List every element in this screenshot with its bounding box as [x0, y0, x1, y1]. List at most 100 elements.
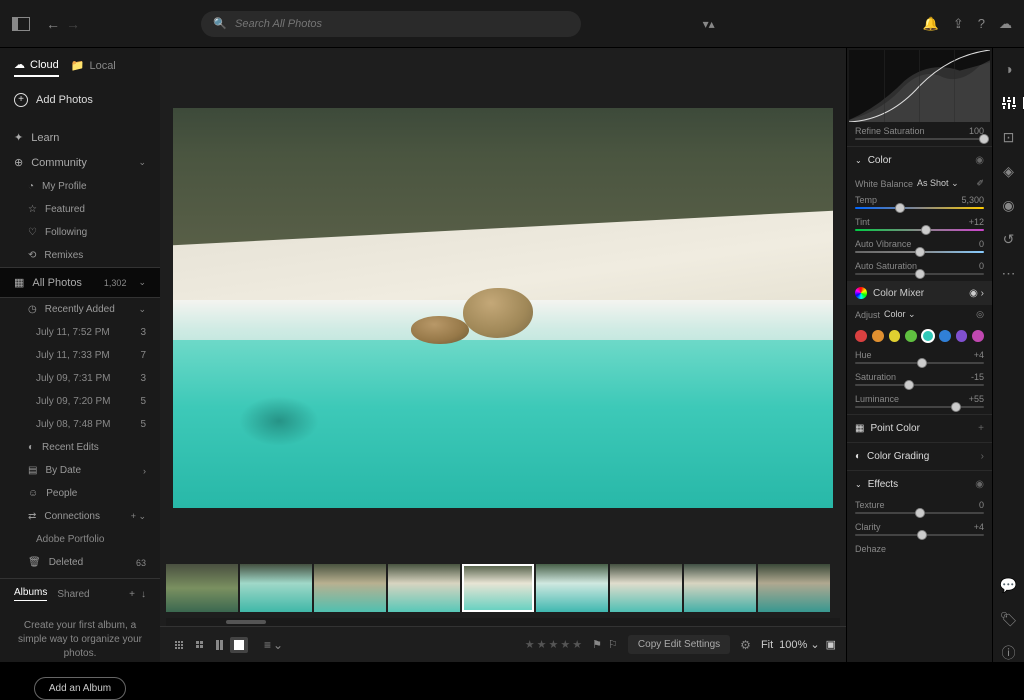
edit-tool[interactable]: [1000, 94, 1018, 112]
sidebar-item-adobe-portfolio[interactable]: Adobe Portfolio: [0, 528, 160, 551]
wb-dropdown[interactable]: As Shot ⌄: [917, 178, 959, 189]
star-icon[interactable]: ★: [525, 638, 535, 651]
masking-tool[interactable]: ◉: [1000, 196, 1018, 214]
sidebar-item-recently-added[interactable]: ◷ Recently Added ⌄: [0, 298, 160, 321]
flag-reject-icon[interactable]: ⚐: [608, 638, 618, 651]
color-dot[interactable]: [972, 330, 984, 342]
histogram[interactable]: [849, 50, 990, 122]
bell-icon[interactable]: 🔔: [923, 16, 939, 32]
slider-handle[interactable]: [951, 402, 961, 412]
slider-track[interactable]: [855, 273, 984, 275]
forward-button[interactable]: →: [66, 16, 80, 32]
effects-section-header[interactable]: ⌄ Effects ◉: [847, 470, 992, 498]
color-dot[interactable]: [872, 330, 884, 342]
search-input[interactable]: [235, 18, 569, 30]
copy-edit-settings-button[interactable]: Copy Edit Settings: [628, 635, 730, 654]
photo-canvas[interactable]: [160, 48, 846, 562]
star-icon[interactable]: ★: [560, 638, 570, 651]
thumbnail[interactable]: [610, 564, 682, 612]
crop-tool[interactable]: ⊡: [1000, 128, 1018, 146]
sidebar-item-community[interactable]: ⊕ Community ⌄: [0, 150, 160, 175]
slider-track[interactable]: [855, 512, 984, 514]
slider-track[interactable]: [855, 406, 984, 408]
thumbnail[interactable]: [240, 564, 312, 612]
grid-small-view-button[interactable]: [170, 637, 188, 653]
sidebar-item-deleted[interactable]: 🗑 Deleted 63: [0, 551, 160, 574]
color-dot[interactable]: [855, 330, 867, 342]
slider-handle[interactable]: [895, 203, 905, 213]
slider-handle[interactable]: [915, 508, 925, 518]
date-item-1[interactable]: July 11, 7:33 PM7: [0, 344, 160, 367]
date-item-3[interactable]: July 09, 7:20 PM5: [0, 390, 160, 413]
star-icon[interactable]: ★: [572, 638, 582, 651]
sidebar-item-following[interactable]: ♡ Following: [0, 221, 160, 244]
grid-view-button[interactable]: [190, 637, 208, 653]
slider-track[interactable]: [855, 534, 984, 536]
thumbnail[interactable]: [314, 564, 386, 612]
search-box[interactable]: 🔍: [201, 11, 581, 37]
slider-track[interactable]: [855, 384, 984, 386]
date-item-2[interactable]: July 09, 7:31 PM3: [0, 367, 160, 390]
target-icon[interactable]: ◎: [976, 309, 984, 320]
sort-button[interactable]: ≡⌄: [264, 638, 283, 652]
slider-handle[interactable]: [917, 530, 927, 540]
color-dot[interactable]: [939, 330, 951, 342]
gear-icon[interactable]: ⚙: [740, 638, 751, 652]
thumbnail[interactable]: [166, 564, 238, 612]
slider-handle[interactable]: [917, 358, 927, 368]
presets-tool[interactable]: ◑: [1000, 60, 1018, 78]
sidebar-item-connections[interactable]: ⇄ Connections + ⌄: [0, 505, 160, 528]
slider-track[interactable]: [855, 251, 984, 253]
slider-handle[interactable]: [979, 134, 989, 144]
flag-pick-icon[interactable]: ⚑: [592, 638, 602, 651]
slider-handle[interactable]: [921, 225, 931, 235]
eye-icon[interactable]: ◉ ›: [969, 288, 984, 299]
color-dot[interactable]: [922, 330, 934, 342]
slider-track[interactable]: [855, 207, 984, 209]
slider-handle[interactable]: [904, 380, 914, 390]
sidebar-item-featured[interactable]: ☆ Featured: [0, 198, 160, 221]
sidebar-item-my-profile[interactable]: ◔ My Profile: [0, 175, 160, 198]
add-album-icon[interactable]: +: [129, 589, 135, 600]
thumbnail[interactable]: [536, 564, 608, 612]
back-button[interactable]: ←: [46, 16, 60, 32]
add-album-button[interactable]: Add an Album: [34, 677, 126, 700]
compare-view-button[interactable]: [210, 637, 228, 653]
color-dot[interactable]: [905, 330, 917, 342]
slider-handle[interactable]: [915, 247, 925, 257]
more-tool[interactable]: ⋯: [1000, 264, 1018, 282]
date-item-4[interactable]: July 08, 7:48 PM5: [0, 413, 160, 436]
point-color-add[interactable]: +: [978, 423, 984, 434]
zoom-dropdown[interactable]: 100% ⌄: [779, 638, 819, 651]
fit-button[interactable]: Fit: [761, 639, 773, 651]
shared-tab[interactable]: Shared: [57, 589, 89, 600]
color-dot[interactable]: [889, 330, 901, 342]
slider-track[interactable]: [855, 229, 984, 231]
date-item-0[interactable]: July 11, 7:52 PM3: [0, 321, 160, 344]
add-connection-icon[interactable]: + ⌄: [131, 511, 146, 522]
slider-handle[interactable]: [915, 269, 925, 279]
expand-icon[interactable]: ›: [981, 451, 984, 462]
adjust-dropdown[interactable]: Color ⌄: [884, 309, 916, 320]
sidebar-item-learn[interactable]: ✦ Learn: [0, 125, 160, 150]
sidebar-item-recent-edits[interactable]: ◐ Recent Edits: [0, 436, 160, 459]
thumbnail-selected[interactable]: [462, 564, 534, 612]
filter-icon[interactable]: ▾▴: [703, 17, 715, 31]
single-view-button[interactable]: [230, 637, 248, 653]
keywords-tool[interactable]: 🏷: [1000, 610, 1018, 628]
comments-tool[interactable]: 💬: [1000, 576, 1018, 594]
thumbnail[interactable]: [684, 564, 756, 612]
color-section-header[interactable]: ⌄ Color ◉: [847, 146, 992, 174]
color-mixer-header[interactable]: Color Mixer ◉ ›: [847, 281, 992, 305]
tab-local[interactable]: 📁 Local: [71, 58, 116, 77]
versions-tool[interactable]: ↺: [1000, 230, 1018, 248]
slider-track[interactable]: [855, 138, 984, 140]
cloud-sync-icon[interactable]: ☁: [999, 16, 1012, 32]
add-photos-button[interactable]: + Add Photos: [0, 83, 160, 117]
info-tool[interactable]: ⓘ: [1000, 644, 1018, 662]
star-icon[interactable]: ★: [537, 638, 547, 651]
filmstrip-scrollbar[interactable]: [166, 618, 840, 626]
healing-tool[interactable]: ◈: [1000, 162, 1018, 180]
sidebar-item-all-photos[interactable]: ▦ All Photos 1,302 ⌄: [0, 267, 160, 298]
eye-icon[interactable]: ◉: [975, 479, 984, 490]
